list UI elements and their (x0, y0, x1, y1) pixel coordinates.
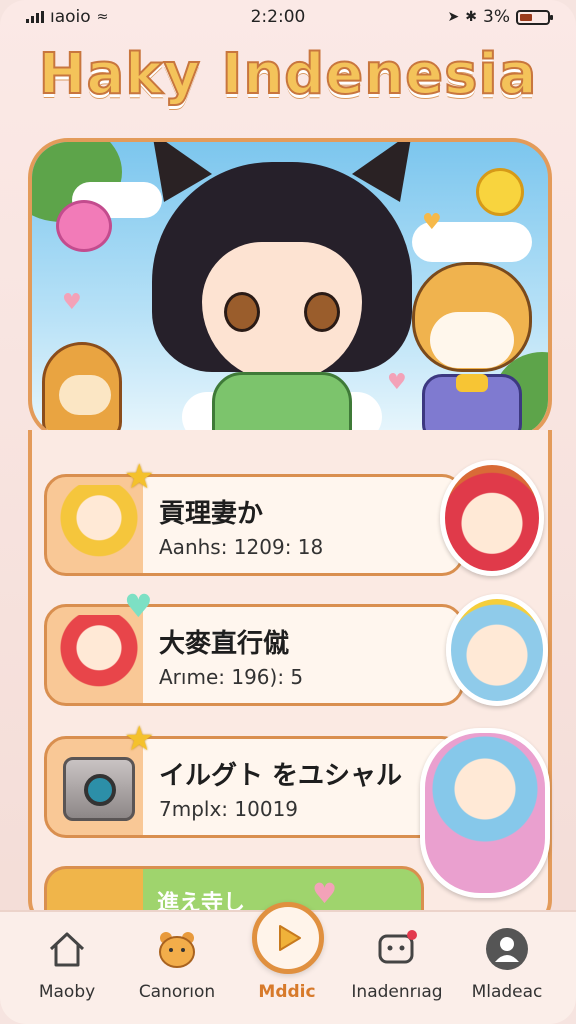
play-button[interactable] (252, 902, 324, 974)
heart-icon: ♥ (124, 587, 153, 625)
card-title: 貢理妻か (159, 499, 264, 529)
status-left: ıaoio ≈ (26, 7, 108, 27)
heart-icon: ♥ (62, 290, 82, 315)
location-icon: ➤ (447, 9, 460, 25)
battery-percent: 3% (483, 7, 510, 27)
character-avatar (59, 485, 139, 567)
bear-icon (154, 926, 200, 972)
chat-bot-icon (374, 926, 420, 972)
card-meta: Arıme: 196): 5 (159, 665, 304, 689)
list-card[interactable]: 大麥直行僦 Arıme: 196): 5 (44, 604, 464, 706)
orange-cat-character (412, 262, 532, 436)
tab-companion[interactable]: Canorıon (122, 926, 232, 1002)
puppy-character (42, 342, 122, 436)
app-title: Haky Indenesia (38, 41, 538, 108)
status-right: ➤ ✱ 3% (447, 7, 553, 27)
tab-label: Inadenrıag (351, 982, 443, 1002)
tab-label: Mddic (258, 982, 316, 1002)
card-meta: Aanhs: 1209: 18 (159, 535, 324, 559)
card-meta: 7mplx: 10019 (159, 797, 299, 821)
tab-label: Canorıon (138, 982, 216, 1002)
blue-hair-girl-sticker (446, 594, 548, 706)
battery-icon (515, 9, 553, 25)
app-screen: ıaoio ≈ 2:2:00 ➤ ✱ 3% Haky Indenesia ♥ ♥… (0, 0, 576, 1024)
tab-messages[interactable]: Inadenrıag (342, 926, 452, 1002)
carrier-label: ıaoio (50, 7, 91, 27)
wifi-icon: ≈ (96, 9, 109, 25)
camera-box-icon (63, 757, 135, 821)
heart-icon: ♥ (312, 877, 338, 910)
tab-label: Maoby (38, 982, 96, 1002)
home-icon (44, 926, 90, 972)
hero-banner[interactable]: ♥ ♥ ♥ (28, 138, 552, 440)
tab-home[interactable]: Maoby (12, 926, 122, 1002)
heart-icon: ♥ (422, 210, 442, 235)
play-icon (279, 925, 301, 951)
pink-creature-icon (56, 200, 112, 252)
status-time: 2:2:00 (250, 7, 306, 27)
tab-label: Mladeac (471, 982, 543, 1002)
character-avatar (59, 615, 139, 697)
red-hair-girl-sticker (440, 460, 544, 576)
signal-icon (26, 11, 44, 23)
tab-profile[interactable]: Mladeac (452, 926, 562, 1002)
cat-girl-character (142, 142, 422, 436)
list-card[interactable]: 貢理妻か Aanhs: 1209: 18 (44, 474, 464, 576)
chick-creature-icon (476, 168, 524, 216)
star-icon: ★ (124, 457, 155, 497)
kimono-girl-sticker (420, 728, 550, 898)
list-card[interactable]: イルグト をユシャル 7mplx: 10019 (44, 736, 464, 838)
status-bar: ıaoio ≈ 2:2:00 ➤ ✱ 3% (0, 0, 576, 34)
bluetooth-icon: ✱ (465, 9, 477, 25)
profile-icon (484, 926, 530, 972)
card-title: イルグト をユシャル (159, 761, 403, 791)
card-title: 大麥直行僦 (159, 629, 290, 659)
star-icon: ★ (124, 719, 155, 759)
